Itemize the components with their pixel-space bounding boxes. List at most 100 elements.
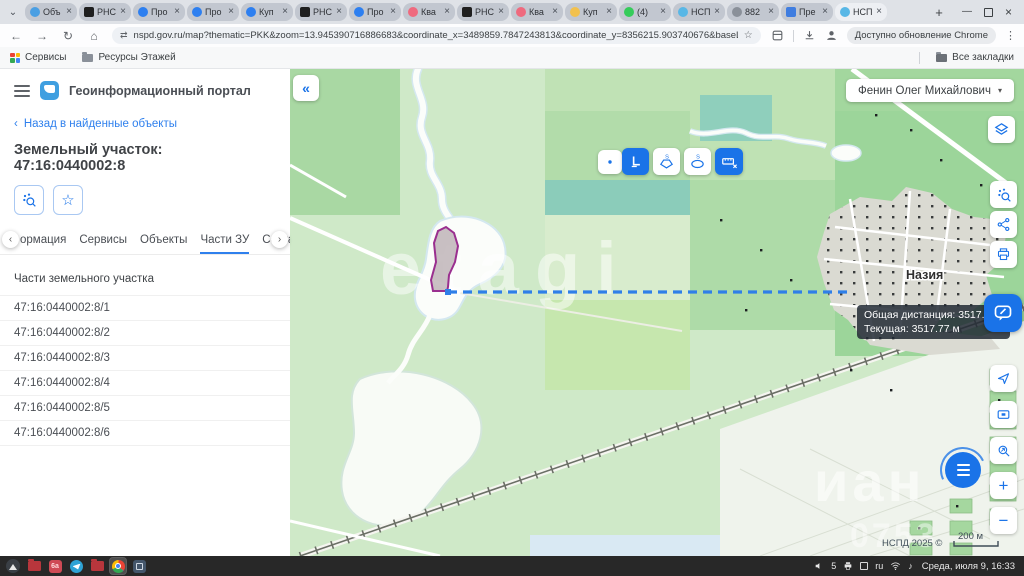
new-tab-button[interactable]: + bbox=[930, 3, 948, 21]
downloads-icon[interactable] bbox=[803, 29, 816, 42]
red-folder-icon[interactable] bbox=[26, 558, 42, 574]
browser-tab[interactable]: НСП× bbox=[673, 3, 725, 21]
browser-tab[interactable]: Про× bbox=[133, 3, 185, 21]
browser-tab[interactable]: Про× bbox=[349, 3, 401, 21]
red-app-icon[interactable]: 6а bbox=[47, 558, 63, 574]
screenshot-app-icon[interactable] bbox=[131, 558, 147, 574]
bookmark-resursy-etazhey[interactable]: Ресурсы Этажей bbox=[82, 52, 175, 63]
music-note-icon[interactable]: ♪ bbox=[908, 561, 913, 571]
window-close-button[interactable]: × bbox=[1005, 6, 1012, 18]
sidebar-tab-Части ЗУ[interactable]: Части ЗУ bbox=[200, 228, 249, 254]
browser-tab[interactable]: Ква× bbox=[403, 3, 455, 21]
layers-button[interactable] bbox=[988, 116, 1015, 143]
browser-tab[interactable]: Про× bbox=[187, 3, 239, 21]
map-canvas[interactable]: etagi иан 0753 Назия НСПД 2025 © 200 м «… bbox=[290, 69, 1024, 556]
window-indicator-icon[interactable] bbox=[860, 562, 868, 570]
tab-close-icon[interactable]: × bbox=[660, 7, 666, 17]
reload-button[interactable]: ↻ bbox=[60, 29, 76, 43]
zoom-to-extent-button[interactable] bbox=[990, 437, 1017, 464]
tab-close-icon[interactable]: × bbox=[282, 7, 288, 17]
sidebar-tab-Объекты[interactable]: Объекты bbox=[140, 228, 187, 254]
measure-area-polygon-button[interactable]: S bbox=[653, 148, 680, 175]
browser-menu-icon[interactable]: ⋮ bbox=[1005, 29, 1016, 42]
browser-tab[interactable]: Ква× bbox=[511, 3, 563, 21]
back-button[interactable]: ← bbox=[8, 29, 24, 43]
bookmark-star-icon[interactable]: ☆ bbox=[744, 30, 753, 41]
browser-tab[interactable]: 882× bbox=[727, 3, 779, 21]
screenshot-area-button[interactable] bbox=[990, 401, 1017, 428]
tab-search-dropdown-icon[interactable]: ⌄ bbox=[4, 3, 22, 21]
chrome-taskbar-icon[interactable] bbox=[110, 558, 126, 574]
parcel-part-row[interactable]: 47:16:0440002:8/3 bbox=[0, 346, 290, 371]
tab-close-icon[interactable]: × bbox=[552, 7, 558, 17]
keyboard-layout[interactable]: ru bbox=[875, 561, 883, 571]
sidebar-tab-ормация[interactable]: ормация bbox=[20, 228, 66, 254]
tab-close-icon[interactable]: × bbox=[120, 7, 126, 17]
print-button[interactable] bbox=[990, 241, 1017, 268]
window-minimize-button[interactable]: — bbox=[962, 7, 972, 17]
tab-close-icon[interactable]: × bbox=[606, 7, 612, 17]
sidebar-tab-Сервисы[interactable]: Сервисы bbox=[79, 228, 127, 254]
volume-icon[interactable] bbox=[814, 561, 824, 571]
share-button[interactable] bbox=[990, 211, 1017, 238]
measure-area-ellipse-button[interactable]: S bbox=[684, 148, 711, 175]
chat-support-button[interactable] bbox=[945, 452, 981, 488]
tab-close-icon[interactable]: × bbox=[714, 7, 720, 17]
address-bar[interactable]: ⇄ nspd.gov.ru/map?thematic=PKK&zoom=13.9… bbox=[112, 27, 761, 44]
parcel-part-row[interactable]: 47:16:0440002:8/5 bbox=[0, 396, 290, 421]
zoom-in-button[interactable]: + bbox=[990, 472, 1017, 499]
tab-close-icon[interactable]: × bbox=[228, 7, 234, 17]
tab-close-icon[interactable]: × bbox=[336, 7, 342, 17]
profile-icon[interactable] bbox=[825, 29, 838, 42]
browser-tab[interactable]: РНС× bbox=[457, 3, 509, 21]
favorite-star-button[interactable]: ☆ bbox=[53, 185, 83, 215]
tabs-scroll-right-button[interactable]: › bbox=[271, 231, 288, 248]
tabs-scroll-left-button[interactable]: ‹ bbox=[2, 231, 19, 248]
printer-tray-icon[interactable] bbox=[843, 561, 853, 571]
forward-button[interactable]: → bbox=[34, 29, 50, 43]
browser-tab[interactable]: Объ× bbox=[25, 3, 77, 21]
clock-datetime[interactable]: Среда, июля 9, 16:33 bbox=[922, 561, 1015, 572]
parcel-part-row[interactable]: 47:16:0440002:8/4 bbox=[0, 371, 290, 396]
tab-close-icon[interactable]: × bbox=[822, 7, 828, 17]
browser-tab[interactable]: Куп× bbox=[565, 3, 617, 21]
menu-hamburger-icon[interactable] bbox=[14, 85, 30, 97]
tab-close-icon[interactable]: × bbox=[174, 7, 180, 17]
tab-close-icon[interactable]: × bbox=[444, 7, 450, 17]
locate-me-button[interactable] bbox=[990, 365, 1017, 392]
measure-length-button[interactable] bbox=[622, 148, 649, 175]
tab-organizer-icon[interactable] bbox=[771, 29, 784, 42]
window-maximize-button[interactable] bbox=[984, 8, 993, 17]
browser-tab[interactable]: Пре× bbox=[781, 3, 833, 21]
tab-close-icon[interactable]: × bbox=[768, 7, 774, 17]
site-info-icon[interactable]: ⇄ bbox=[120, 30, 128, 41]
parcel-part-row[interactable]: 47:16:0440002:8/6 bbox=[0, 421, 290, 446]
browser-tab[interactable]: НСП× bbox=[835, 3, 887, 21]
app-launcher-icon[interactable] bbox=[5, 558, 21, 574]
browser-tab[interactable]: (4) × bbox=[619, 3, 671, 21]
collapse-panel-button[interactable]: « bbox=[293, 75, 319, 101]
parcel-part-row[interactable]: 47:16:0440002:8/1 bbox=[0, 295, 290, 321]
user-account-button[interactable]: Фенин Олег Михайлович ▾ bbox=[846, 79, 1014, 102]
files-folder-icon[interactable] bbox=[89, 558, 105, 574]
measure-point-button[interactable] bbox=[598, 150, 622, 174]
clear-measurements-button[interactable] bbox=[715, 148, 743, 175]
chrome-update-chip[interactable]: Доступно обновление Chrome bbox=[847, 27, 996, 44]
browser-tab[interactable]: РНС× bbox=[295, 3, 347, 21]
zoom-out-button[interactable]: − bbox=[990, 507, 1017, 534]
bookmark-servisy[interactable]: Сервисы bbox=[10, 52, 66, 63]
tab-close-icon[interactable]: × bbox=[498, 7, 504, 17]
all-bookmarks-button[interactable]: Все закладки bbox=[936, 52, 1014, 63]
telegram-icon[interactable] bbox=[68, 558, 84, 574]
tab-close-icon[interactable]: × bbox=[66, 7, 72, 17]
feedback-draw-button[interactable] bbox=[984, 294, 1022, 332]
tab-close-icon[interactable]: × bbox=[390, 7, 396, 17]
browser-tab[interactable]: Куп× bbox=[241, 3, 293, 21]
parcel-part-row[interactable]: 47:16:0440002:8/2 bbox=[0, 321, 290, 346]
tab-close-icon[interactable]: × bbox=[876, 7, 882, 17]
home-button[interactable]: ⌂ bbox=[86, 29, 102, 43]
wifi-icon[interactable] bbox=[890, 561, 901, 571]
back-to-found-objects-link[interactable]: ‹ Назад в найденные объекты bbox=[0, 100, 290, 130]
browser-tab[interactable]: РНС× bbox=[79, 3, 131, 21]
search-objects-button[interactable] bbox=[990, 181, 1017, 208]
